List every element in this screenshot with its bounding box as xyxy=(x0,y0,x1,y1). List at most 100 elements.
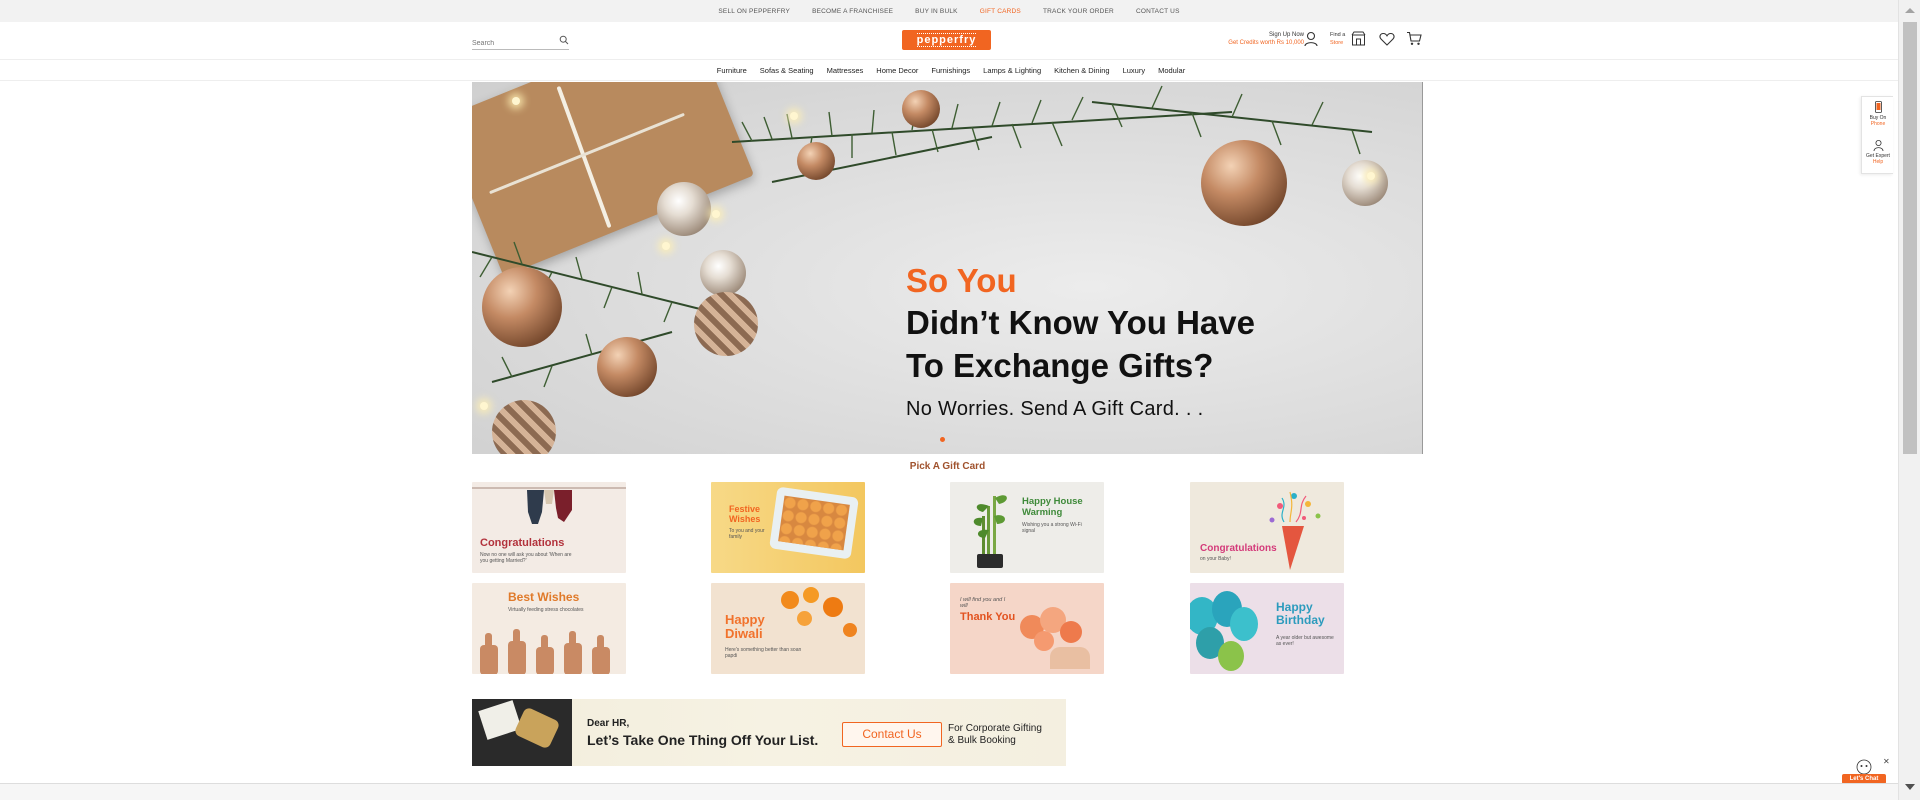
corporate-gift-image xyxy=(472,699,572,766)
ornament-decoration xyxy=(694,292,758,356)
chat-widget[interactable]: ✕ Let's Chat xyxy=(1842,757,1890,784)
chat-close-icon[interactable]: ✕ xyxy=(1883,757,1890,766)
carousel-dots xyxy=(940,437,945,442)
sign-up-area[interactable]: Sign Up Now Get Credits worth Rs 10,000 xyxy=(1212,32,1304,46)
gift-card-title: Congratulations xyxy=(1200,543,1277,554)
corporate-tagline: Let’s Take One Thing Off Your List. xyxy=(587,732,819,748)
phone-icon xyxy=(1874,101,1882,113)
track-order-link[interactable]: TRACK YOUR ORDER xyxy=(1043,8,1114,15)
gift-card-house-warming[interactable]: Happy House Warming Wishing you a strong… xyxy=(950,482,1104,573)
ornament-decoration xyxy=(657,182,711,236)
user-icon[interactable] xyxy=(1304,31,1318,47)
gift-card-title: Congratulations xyxy=(480,537,565,549)
sign-up-text: Sign Up Now xyxy=(1268,32,1304,38)
string-light-decoration xyxy=(712,210,720,218)
marigold-flower-decoration xyxy=(797,611,812,626)
corporate-gifting-banner[interactable]: Dear HR, Let’s Take One Thing Off Your L… xyxy=(472,699,1066,766)
horizontal-scroll-area xyxy=(0,783,1898,800)
banner-line-2: Didn’t Know You Have xyxy=(906,304,1255,341)
gift-card-best-wishes[interactable]: Best Wishes Virtually feeding stress cho… xyxy=(472,583,626,674)
nav-lamps-lighting[interactable]: Lamps & Lighting xyxy=(983,66,1041,75)
hero-banner[interactable]: So You Didn’t Know You Have To Exchange … xyxy=(472,82,1423,454)
pepperfry-logo[interactable]: pepperfry xyxy=(902,30,991,50)
gift-card-thank-you[interactable]: I will find you and I will Thank You xyxy=(950,583,1104,674)
wishlist-heart-icon[interactable] xyxy=(1379,32,1395,46)
gift-card-congratulations-baby[interactable]: Congratulations on your Baby! xyxy=(1190,482,1344,573)
carousel-dot-active[interactable] xyxy=(940,437,945,442)
gift-card-subtitle: Wishing you a strong Wi-Fi signal xyxy=(1022,522,1082,534)
expert-help-widget[interactable]: Get Expert Help xyxy=(1862,139,1894,165)
contact-us-link[interactable]: CONTACT US xyxy=(1136,8,1180,15)
buy-in-bulk-link[interactable]: BUY IN BULK xyxy=(915,8,958,15)
nav-home-decor[interactable]: Home Decor xyxy=(876,66,918,75)
ornament-decoration xyxy=(700,250,746,296)
chat-mascot-icon xyxy=(1856,759,1872,775)
gift-card-subtitle: Virtually feeding stress chocolates xyxy=(508,607,584,613)
gift-bow-decoration xyxy=(513,706,561,750)
category-nav: Furniture Sofas & Seating Mattresses Hom… xyxy=(0,60,1898,81)
ornament-decoration xyxy=(797,142,835,180)
banner-line-3: To Exchange Gifts? xyxy=(906,347,1214,384)
nav-furniture[interactable]: Furniture xyxy=(717,66,747,75)
string-light-decoration xyxy=(512,97,520,105)
marigold-flower-decoration xyxy=(803,587,819,603)
marigold-flower-decoration xyxy=(843,623,857,637)
expert-help-line2: Help xyxy=(1872,159,1884,165)
ornament-decoration xyxy=(597,337,657,397)
gift-card-happy-diwali[interactable]: Happy Diwali Here's something better tha… xyxy=(711,583,865,674)
buy-on-phone-widget[interactable]: Buy On Phone xyxy=(1862,101,1894,127)
buy-on-phone-line2: Phone xyxy=(1870,121,1886,127)
sweets-tray-image xyxy=(769,486,859,560)
gift-card-title: Happy Diwali xyxy=(725,612,765,641)
scroll-down-arrow-icon[interactable] xyxy=(1905,784,1915,790)
nav-kitchen-dining[interactable]: Kitchen & Dining xyxy=(1054,66,1109,75)
marigold-flower-decoration xyxy=(781,591,799,609)
logo-text: pepperfry xyxy=(916,33,977,47)
rose-decoration xyxy=(1060,621,1082,643)
confetti-cone-icon xyxy=(1269,491,1321,570)
nav-furnishings[interactable]: Furnishings xyxy=(931,66,970,75)
string-light-decoration xyxy=(662,242,670,250)
search-icon[interactable] xyxy=(559,35,569,45)
gift-card-subtitle: on your Baby! xyxy=(1200,556,1231,562)
string-light-decoration xyxy=(480,402,488,410)
banner-headline: So You Didn’t Know You Have To Exchange … xyxy=(906,262,1406,421)
cart-icon[interactable] xyxy=(1406,31,1422,46)
scrollbar-thumb[interactable] xyxy=(1903,22,1917,454)
sell-on-pepperfry-link[interactable]: SELL ON PEPPERFRY xyxy=(718,8,790,15)
nav-sofas-seating[interactable]: Sofas & Seating xyxy=(760,66,814,75)
gift-card-title: Happy House Warming xyxy=(1022,496,1083,518)
vertical-scrollbar[interactable] xyxy=(1898,0,1920,800)
gift-card-title: Festive Wishes xyxy=(729,504,761,524)
store-icon[interactable] xyxy=(1351,31,1366,46)
corporate-gifting-line1: For Corporate Gifting xyxy=(948,723,1042,734)
become-franchisee-link[interactable]: BECOME A FRANCHISEE xyxy=(812,8,893,15)
balloon-decoration xyxy=(1218,641,1244,671)
gift-card-subtitle: I will find you and I will xyxy=(960,597,1006,609)
gift-card-festive-wishes[interactable]: Festive Wishes To you and your family xyxy=(711,482,865,573)
search-box xyxy=(472,32,569,52)
search-input[interactable] xyxy=(472,35,556,52)
nav-luxury[interactable]: Luxury xyxy=(1123,66,1146,75)
gift-card-congratulations-wedding[interactable]: Congratulations Now no one will ask you … xyxy=(472,482,626,573)
contact-us-button[interactable]: Contact Us xyxy=(842,722,942,747)
gift-card-subtitle: To you and your family xyxy=(729,528,765,540)
ornament-decoration xyxy=(1342,160,1388,206)
expert-headset-icon xyxy=(1873,140,1883,151)
gift-cards-link[interactable]: GIFT CARDS xyxy=(980,8,1021,15)
hand-decoration xyxy=(1050,647,1090,669)
nav-mattresses[interactable]: Mattresses xyxy=(827,66,864,75)
nav-modular[interactable]: Modular xyxy=(1158,66,1185,75)
corporate-dear-hr: Dear HR, xyxy=(587,718,630,729)
pick-gift-card-title: Pick A Gift Card xyxy=(909,461,986,472)
banner-line-4: No Worries. Send A Gift Card. . . xyxy=(906,398,1204,420)
corporate-gifting-text: For Corporate Gifting & Bulk Booking xyxy=(948,723,1042,747)
ornament-decoration xyxy=(1201,140,1287,226)
side-widgets: Buy On Phone Get Expert Help xyxy=(1861,96,1893,174)
banner-line-1: So You xyxy=(906,262,1017,299)
string-light-decoration xyxy=(1367,172,1375,180)
string-light-decoration xyxy=(790,112,798,120)
thumbs-up-hands-icon xyxy=(480,629,610,674)
scroll-up-arrow-icon[interactable] xyxy=(1905,8,1915,13)
gift-card-happy-birthday[interactable]: Happy Birthday A year older but awesome … xyxy=(1190,583,1344,674)
